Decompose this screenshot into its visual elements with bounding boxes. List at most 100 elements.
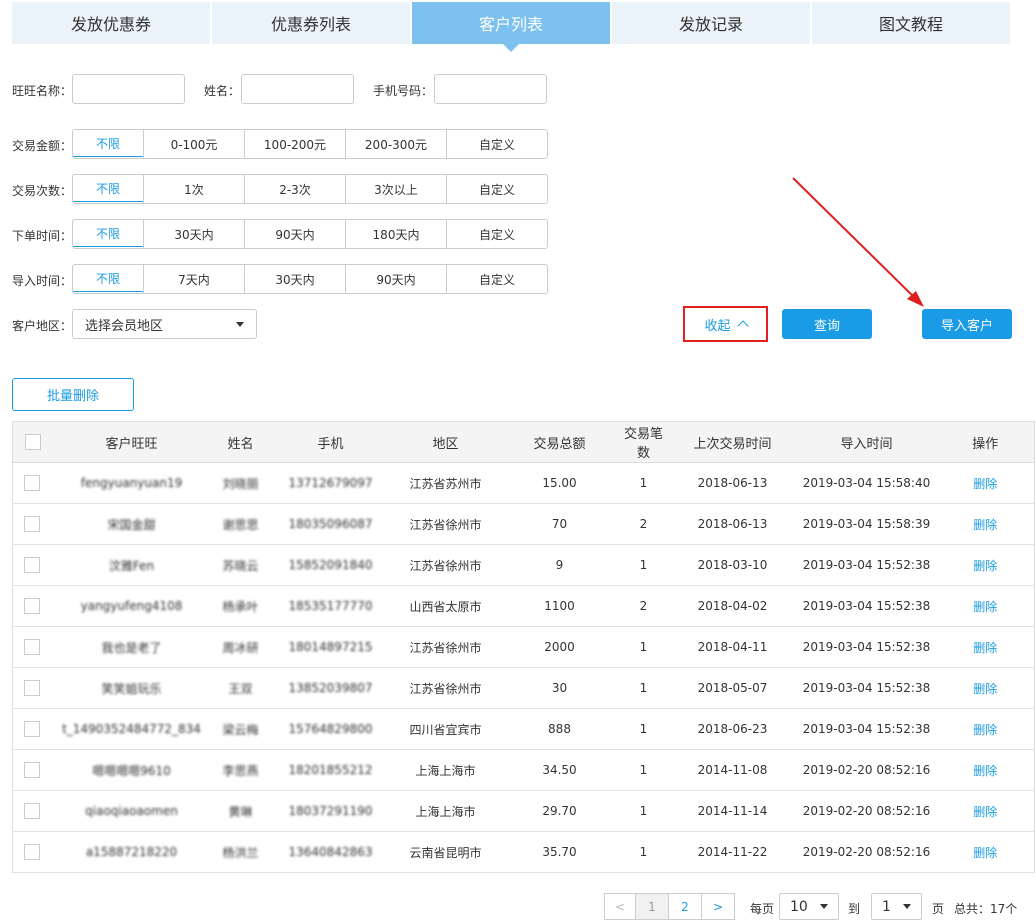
amount-option-any[interactable]: 不限	[73, 130, 144, 157]
operation-cell: 删除	[936, 503, 1035, 545]
customer-name: 周冰研	[210, 626, 271, 668]
amount-option-100-200[interactable]: 100-200元	[244, 130, 345, 158]
delete-link[interactable]: 删除	[973, 805, 997, 819]
goto-page-value: 1	[882, 898, 891, 915]
import-time: 2019-02-20 08:52:16	[796, 831, 937, 873]
last-trade-time: 2014-11-08	[668, 749, 797, 791]
tab-issue-coupon[interactable]: 发放优惠券	[12, 2, 210, 44]
row-checkbox[interactable]	[23, 844, 40, 860]
row-checkbox[interactable]	[23, 516, 40, 532]
caret-down-icon	[903, 904, 911, 909]
delete-link[interactable]: 删除	[973, 641, 997, 655]
table-row: qiaoqiaoaomen 黄琳 18037291190 上海上海市 29.70 1 201…	[12, 790, 1035, 832]
order-time-option-custom[interactable]: 自定义	[446, 220, 547, 248]
trade-count: 1	[618, 544, 669, 586]
order-time-option-90[interactable]: 90天内	[244, 220, 345, 248]
total-count: 总共：17个	[954, 902, 1018, 916]
row-checkbox[interactable]	[23, 598, 40, 614]
row-select-cell	[12, 790, 53, 832]
trade-count: 2	[618, 503, 669, 545]
row-checkbox[interactable]	[23, 475, 40, 491]
import-time-option-custom[interactable]: 自定义	[446, 265, 547, 293]
name-input[interactable]	[241, 74, 354, 104]
per-page-value: 10	[790, 898, 808, 915]
customer-name: 梁云梅	[210, 708, 271, 750]
row-checkbox[interactable]	[23, 762, 40, 778]
operation-cell: 删除	[936, 544, 1035, 586]
row-checkbox[interactable]	[23, 803, 40, 819]
prev-page-button[interactable]: <	[604, 893, 636, 920]
per-page-label: 每页	[750, 902, 775, 916]
trade-count: 2	[618, 585, 669, 627]
import-time-option-30[interactable]: 30天内	[244, 265, 345, 293]
region-select[interactable]: 选择会员地区	[72, 309, 257, 339]
delete-link[interactable]: 删除	[973, 764, 997, 778]
customer-name: 王双	[210, 667, 271, 709]
collapse-label: 收起	[704, 318, 731, 334]
customer-region: 江苏省徐州市	[390, 667, 501, 709]
amount-option-200-300[interactable]: 200-300元	[345, 130, 446, 158]
amount-option-custom[interactable]: 自定义	[446, 130, 547, 158]
row-checkbox[interactable]	[23, 639, 40, 655]
phone-input[interactable]	[434, 74, 547, 104]
trade-count: 1	[618, 626, 669, 668]
row-select-cell	[12, 585, 53, 627]
customer-phone: 18037291190	[270, 790, 391, 832]
wangwang-input[interactable]	[72, 74, 185, 104]
customer-region: 四川省宜宾市	[390, 708, 501, 750]
row-checkbox[interactable]	[23, 557, 40, 573]
order-time-option-30[interactable]: 30天内	[143, 220, 244, 248]
tab-tutorial[interactable]: 图文教程	[812, 2, 1010, 44]
import-time: 2019-03-04 15:58:40	[796, 462, 937, 504]
amount-label: 交易金额：	[12, 139, 73, 153]
import-customer-button[interactable]: 导入客户	[922, 309, 1012, 339]
page-2-button[interactable]: 2	[668, 893, 702, 920]
tab-coupon-list[interactable]: 优惠券列表	[212, 2, 410, 44]
per-page-select[interactable]: 10	[779, 893, 839, 920]
import-time-option-90[interactable]: 90天内	[345, 265, 446, 293]
trade-total: 9	[500, 544, 619, 586]
customer-name: 杨洪兰	[210, 831, 271, 873]
table-row: yangyufeng4108 杨承叶 18535177770 山西省太原市 1100 2 2…	[12, 585, 1035, 627]
count-option-custom[interactable]: 自定义	[446, 175, 547, 203]
count-option-1[interactable]: 1次	[143, 175, 244, 203]
batch-delete-button[interactable]: 批量删除	[12, 378, 134, 411]
customer-wangwang: a15887218220	[52, 831, 211, 873]
delete-link[interactable]: 删除	[973, 559, 997, 573]
customer-name: 李思燕	[210, 749, 271, 791]
page-1-button[interactable]: 1	[635, 893, 669, 920]
delete-link[interactable]: 删除	[973, 846, 997, 860]
order-time-option-any[interactable]: 不限	[73, 220, 144, 247]
amount-option-0-100[interactable]: 0-100元	[143, 130, 244, 158]
count-option-3plus[interactable]: 3次以上	[345, 175, 446, 203]
delete-link[interactable]: 删除	[973, 477, 997, 491]
customer-phone: 15764829800	[270, 708, 391, 750]
row-select-cell	[12, 708, 53, 750]
import-time-option-7[interactable]: 7天内	[143, 265, 244, 293]
customer-region: 上海上海市	[390, 790, 501, 832]
import-time-option-any[interactable]: 不限	[73, 265, 144, 292]
delete-link[interactable]: 删除	[973, 600, 997, 614]
row-checkbox[interactable]	[23, 680, 40, 696]
next-page-button[interactable]: >	[701, 893, 735, 920]
goto-page-select[interactable]: 1	[871, 893, 922, 920]
delete-link[interactable]: 删除	[973, 518, 997, 532]
row-select-cell	[12, 503, 53, 545]
query-button[interactable]: 查询	[782, 309, 872, 339]
phone-label: 手机号码：	[373, 84, 434, 98]
row-checkbox[interactable]	[23, 721, 40, 737]
delete-link[interactable]: 删除	[973, 682, 997, 696]
customer-wangwang: t_1490352484772_834	[52, 708, 211, 750]
count-option-any[interactable]: 不限	[73, 175, 144, 202]
trade-total: 30	[500, 667, 619, 709]
collapse-button[interactable]: 收起	[683, 306, 768, 342]
count-option-2-3[interactable]: 2-3次	[244, 175, 345, 203]
customer-region: 江苏省徐州市	[390, 544, 501, 586]
order-time-option-180[interactable]: 180天内	[345, 220, 446, 248]
tab-issue-records[interactable]: 发放记录	[612, 2, 810, 44]
customer-wangwang: 笑笑姐玩乐	[52, 667, 211, 709]
delete-link[interactable]: 删除	[973, 723, 997, 737]
trade-total: 2000	[500, 626, 619, 668]
tab-customer-list[interactable]: 客户列表	[412, 2, 610, 52]
select-all-checkbox[interactable]	[24, 434, 41, 450]
